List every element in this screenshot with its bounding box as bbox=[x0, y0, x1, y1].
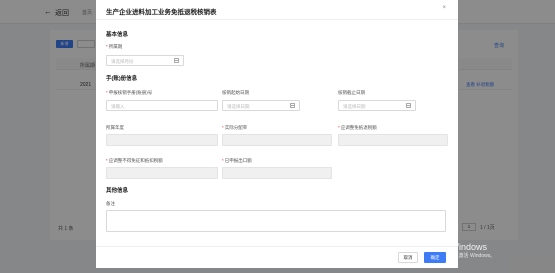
close-icon[interactable]: × bbox=[442, 5, 446, 11]
adjust-tax-label: *应调整免抵退税额 bbox=[338, 125, 377, 131]
end-date-placeholder: 请选择日期 bbox=[343, 103, 366, 109]
period-placeholder: 请选择月份 bbox=[111, 58, 134, 64]
period-picker[interactable]: 请选择月份 bbox=[106, 55, 184, 66]
year-field bbox=[106, 134, 218, 146]
end-date-label: 核销截止日期 bbox=[338, 90, 365, 95]
start-date-placeholder: 请选择日期 bbox=[227, 103, 250, 109]
exported-label: *已申报出口额 bbox=[222, 158, 252, 164]
ratio-field bbox=[222, 134, 332, 146]
manual-no-label: *申报核销手册(账册)号 bbox=[106, 90, 152, 96]
required-mark: * bbox=[106, 44, 108, 49]
end-date-picker[interactable]: 请选择日期 bbox=[338, 100, 416, 111]
required-mark: * bbox=[338, 125, 340, 130]
manual-no-label-text: 申报核销手册(账册)号 bbox=[108, 90, 153, 95]
remark-label: 备注 bbox=[106, 201, 115, 206]
required-mark: * bbox=[222, 125, 224, 130]
adjust-tax-label-text: 应调整免抵退税额 bbox=[340, 125, 377, 130]
ratio-label: *实际分配率 bbox=[222, 125, 247, 131]
required-mark: * bbox=[222, 158, 224, 163]
manual-no-input[interactable]: 请输入 bbox=[106, 100, 218, 111]
exported-label-text: 已申报出口额 bbox=[224, 158, 252, 163]
required-mark: * bbox=[106, 90, 108, 95]
manual-no-placeholder: 请输入 bbox=[111, 103, 125, 109]
period-label: *所属期 bbox=[106, 44, 122, 50]
calendar-icon bbox=[406, 103, 411, 108]
verification-dialog: 生产企业进料加工业务免抵退税核销表 × 基本信息 *所属期 请选择月份 手(账)… bbox=[96, 0, 458, 268]
adjust-tax-field bbox=[338, 134, 448, 146]
adjust-nodeduct-label: *应调整不得免征和抵扣税额 bbox=[106, 158, 163, 164]
calendar-icon bbox=[290, 103, 295, 108]
ratio-label-text: 实际分配率 bbox=[224, 125, 248, 130]
adjust-nodeduct-label-text: 应调整不得免征和抵扣税额 bbox=[108, 158, 163, 163]
calendar-icon bbox=[174, 58, 179, 63]
footer-divider bbox=[96, 246, 458, 247]
exported-field bbox=[222, 167, 332, 179]
ok-button[interactable]: 确定 bbox=[424, 252, 446, 263]
required-mark: * bbox=[106, 158, 108, 163]
section-other-title: 其他信息 bbox=[106, 188, 129, 194]
start-date-label: 核销起始日期 bbox=[222, 90, 249, 95]
period-label-text: 所属期 bbox=[108, 44, 123, 49]
section-basic-title: 基本信息 bbox=[106, 32, 129, 38]
dialog-title: 生产企业进料加工业务免抵退税核销表 bbox=[106, 9, 217, 16]
cancel-button[interactable]: 取消 bbox=[398, 252, 418, 263]
divider bbox=[96, 19, 458, 20]
year-label: 所属年度 bbox=[106, 125, 124, 130]
section-manual-title: 手(账)册信息 bbox=[106, 76, 138, 82]
adjust-nodeduct-field bbox=[106, 167, 218, 179]
remark-textarea[interactable] bbox=[106, 210, 446, 232]
start-date-picker[interactable]: 请选择日期 bbox=[222, 100, 300, 111]
